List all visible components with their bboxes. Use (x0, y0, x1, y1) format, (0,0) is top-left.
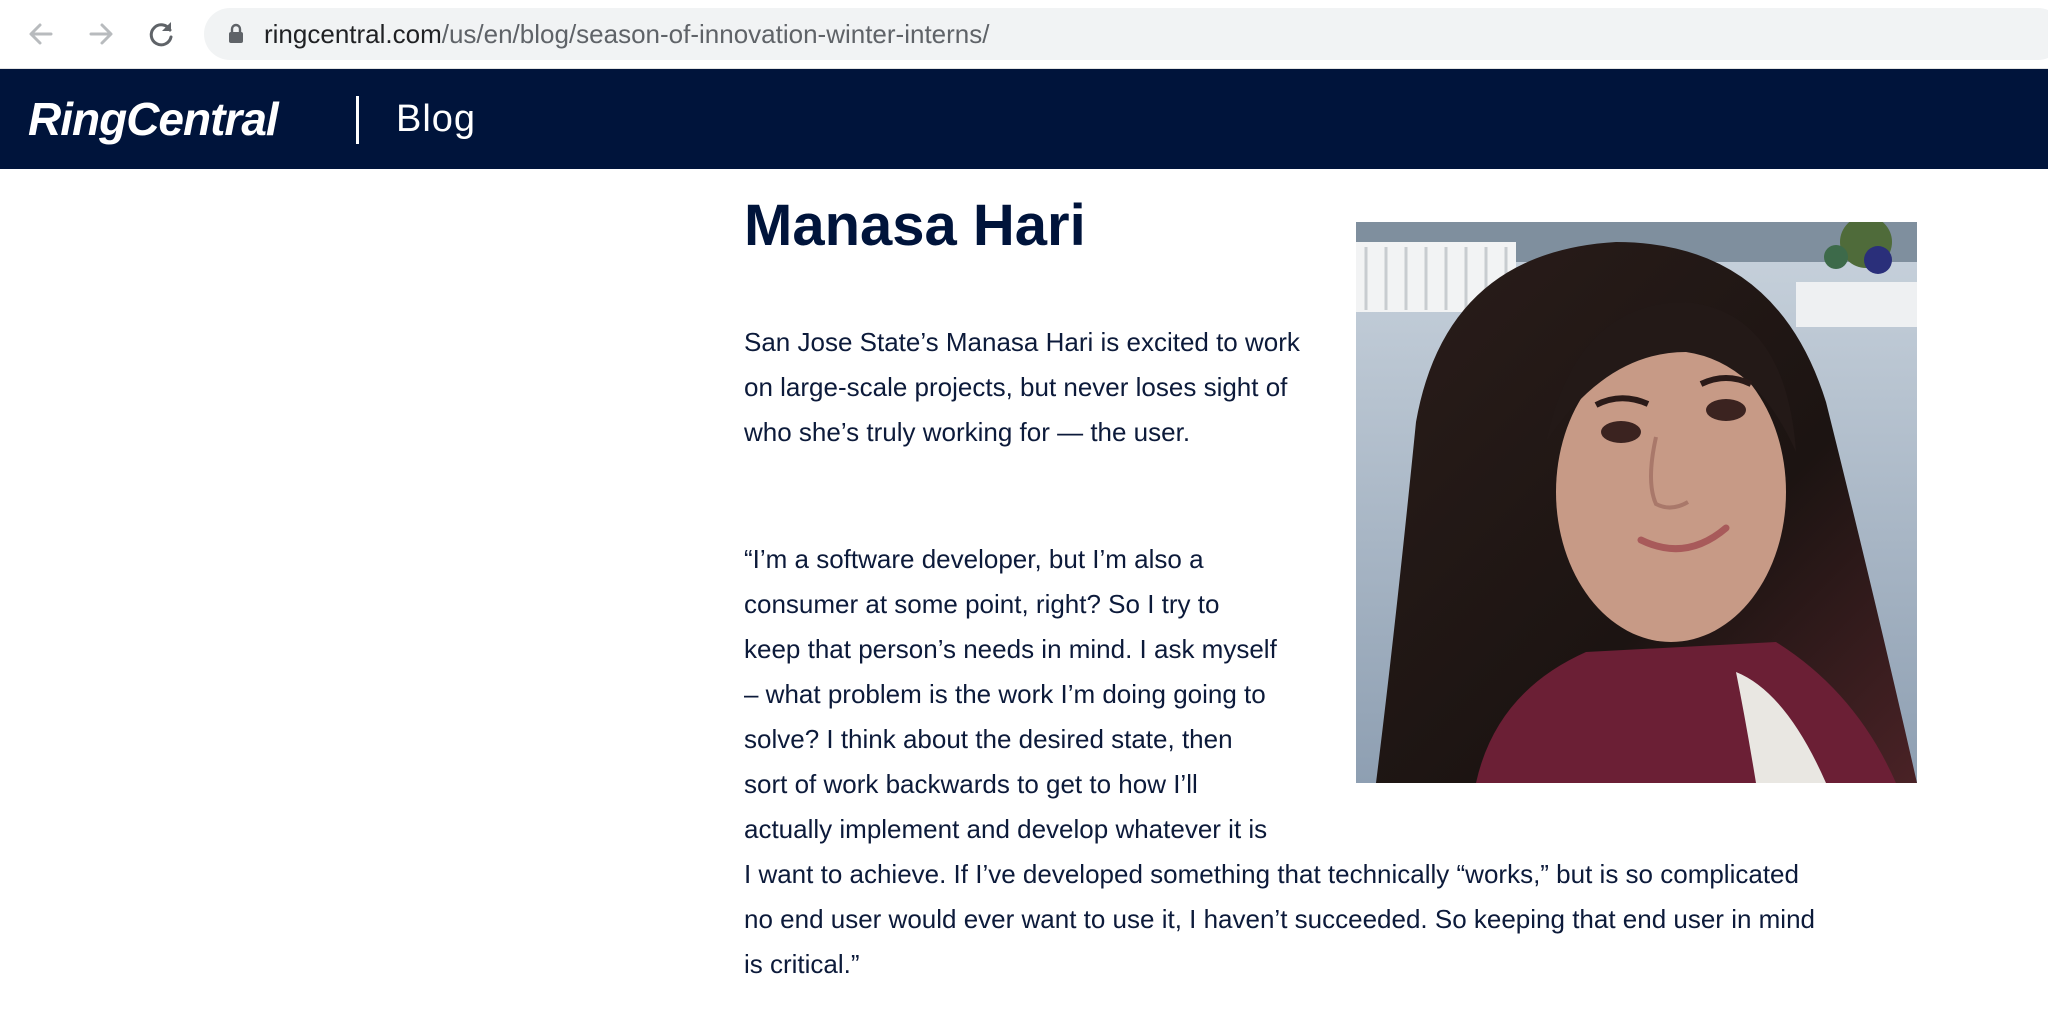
url-domain: ringcentral.com (264, 19, 442, 49)
quote-line: – what problem is the work I’m doing goi… (744, 679, 1266, 709)
quote-line: sort of work backwards to get to how I’l… (744, 769, 1198, 799)
quote-line: solve? I think about the desired state, … (744, 724, 1233, 754)
browser-toolbar: ringcentral.com/us/en/blog/season-of-inn… (0, 0, 2048, 69)
reload-button[interactable] (140, 13, 182, 55)
blog-link[interactable]: Blog (396, 69, 476, 169)
quote-line: no end user would ever want to use it, I… (744, 904, 1816, 934)
quote-line: keep that person’s needs in mind. I ask … (744, 634, 1277, 664)
url-text: ringcentral.com/us/en/blog/season-of-inn… (264, 8, 989, 60)
quote-line: actually implement and develop whatever … (744, 814, 1268, 844)
author-portrait (1356, 222, 1917, 783)
url-path: /us/en/blog/season-of-innovation-winter-… (441, 19, 990, 49)
quote-line: I want to achieve. If I’ve developed som… (744, 859, 1799, 889)
quote-line: is critical.” (744, 949, 860, 979)
ringcentral-logo[interactable]: RingCentral (28, 69, 279, 169)
portrait-photo (1356, 222, 1917, 783)
quote-line: “I’m a software developer, but I’m also … (744, 544, 1204, 574)
forward-button[interactable] (80, 13, 122, 55)
back-button[interactable] (20, 13, 62, 55)
intro-paragraph: San Jose State’s Manasa Hari is excited … (744, 327, 1300, 447)
header-divider (356, 96, 359, 144)
lock-icon[interactable] (224, 22, 248, 46)
reload-icon (149, 22, 173, 47)
author-name-heading: Manasa Hari (744, 193, 1086, 258)
address-bar[interactable]: ringcentral.com/us/en/blog/season-of-inn… (204, 8, 2048, 60)
arrow-right-icon (89, 23, 113, 45)
site-header: RingCentral Blog (0, 69, 2048, 169)
quote-line: consumer at some point, right? So I try … (744, 589, 1220, 619)
arrow-left-icon (29, 23, 53, 45)
